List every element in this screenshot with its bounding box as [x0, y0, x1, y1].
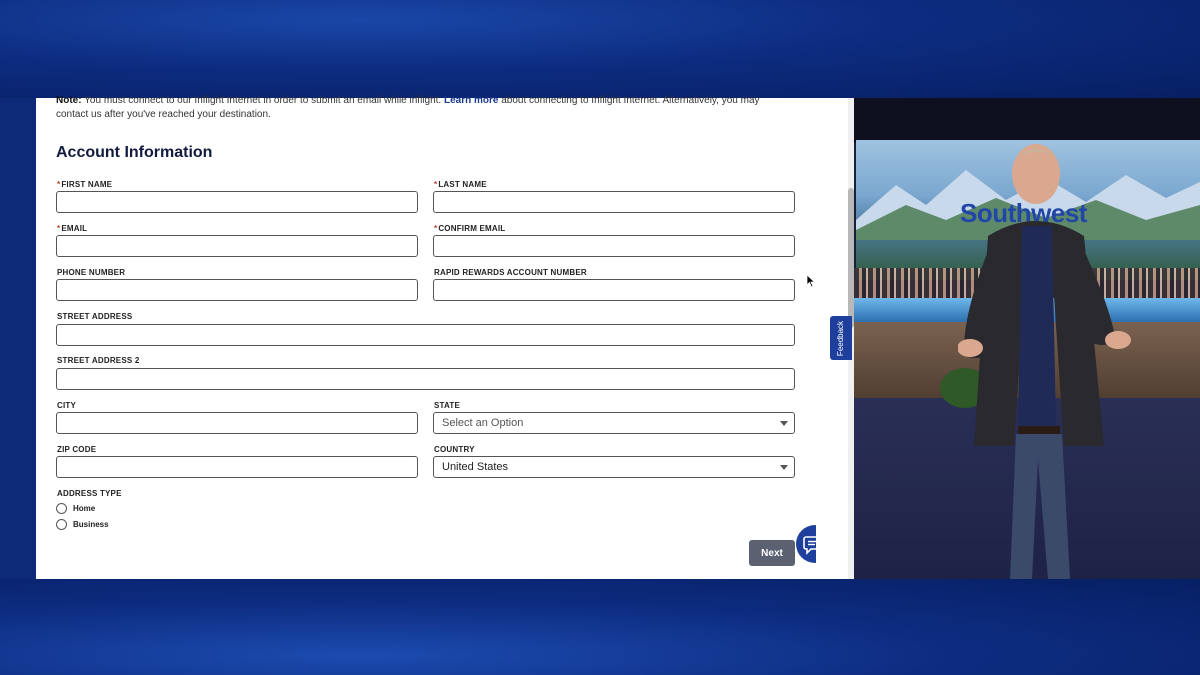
- business-radio[interactable]: [56, 519, 67, 530]
- home-radio[interactable]: [56, 503, 67, 514]
- street-address-2-input[interactable]: [56, 368, 795, 390]
- address-type-label: ADDRESS TYPE: [57, 489, 122, 498]
- first-name-input[interactable]: [56, 191, 418, 213]
- address-type-business[interactable]: Business: [56, 519, 109, 530]
- required-marker: *: [434, 224, 438, 233]
- first-name-label: *FIRST NAME: [57, 180, 113, 189]
- feedback-label: Feedback: [836, 320, 846, 356]
- confirm-email-input[interactable]: [433, 235, 795, 257]
- state-select[interactable]: Select an Option: [433, 412, 795, 434]
- state-selected-value: Select an Option: [442, 417, 524, 429]
- country-selected-value: United States: [442, 461, 509, 473]
- required-marker: *: [57, 180, 61, 189]
- section-title: Account Information: [56, 144, 213, 161]
- phone-input[interactable]: [56, 279, 418, 301]
- background-left: [0, 98, 36, 579]
- state-label: STATE: [434, 401, 461, 410]
- business-radio-label: Business: [73, 520, 109, 529]
- city-label: CITY: [57, 401, 77, 410]
- email-input[interactable]: [56, 235, 418, 257]
- address-type-home[interactable]: Home: [56, 503, 95, 514]
- chevron-down-icon: [780, 465, 788, 470]
- inflight-note: Note: You must connect to our Inflight I…: [56, 94, 786, 122]
- street-address-input[interactable]: [56, 324, 795, 346]
- note-prefix: Note:: [56, 95, 82, 106]
- home-radio-label: Home: [73, 504, 96, 513]
- city-input[interactable]: [56, 412, 418, 434]
- required-marker: *: [434, 180, 438, 189]
- background-bottom: [0, 579, 1200, 675]
- rapid-rewards-input[interactable]: [433, 279, 795, 301]
- note-text-before: You must connect to our Inflight Interne…: [81, 95, 444, 106]
- zip-code-input[interactable]: [56, 456, 418, 478]
- country-label: COUNTRY: [434, 445, 475, 454]
- feedback-tab[interactable]: Feedback: [830, 316, 852, 360]
- email-label: *EMAIL: [57, 224, 88, 233]
- background-top: [0, 0, 1200, 98]
- last-name-label: *LAST NAME: [434, 180, 487, 189]
- street-address-2-label: STREET ADDRESS 2: [57, 356, 140, 365]
- chevron-down-icon: [780, 421, 788, 426]
- rapid-rewards-label: RAPID REWARDS ACCOUNT NUMBER: [434, 268, 587, 277]
- zip-code-label: ZIP CODE: [57, 445, 97, 454]
- phone-label: PHONE NUMBER: [57, 268, 126, 277]
- street-address-label: STREET ADDRESS: [57, 312, 133, 321]
- contact-form-panel: Note: You must connect to our Inflight I…: [36, 95, 834, 579]
- required-marker: *: [57, 224, 61, 233]
- presenter: [958, 144, 1131, 579]
- last-name-input[interactable]: [433, 191, 795, 213]
- learn-more-link[interactable]: Learn more: [444, 95, 498, 106]
- presenter-video: Southwest: [854, 98, 1200, 579]
- country-select[interactable]: United States: [433, 456, 795, 478]
- confirm-email-label: *CONFIRM EMAIL: [434, 224, 506, 233]
- next-button[interactable]: Next: [749, 540, 795, 566]
- mouse-cursor-icon: [806, 274, 816, 288]
